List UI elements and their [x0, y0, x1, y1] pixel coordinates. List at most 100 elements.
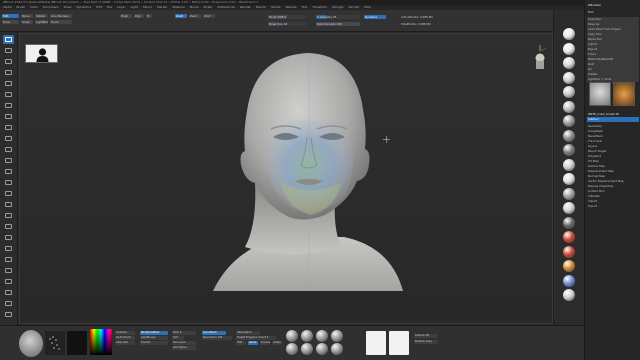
matcap-red-wax-icon[interactable] [286, 330, 298, 342]
tray-item-save-as[interactable]: Save As [587, 22, 639, 27]
persp-icon[interactable] [563, 115, 575, 127]
zcut-button[interactable]: Zcut [203, 14, 215, 18]
alpha-preview-icon[interactable] [67, 331, 87, 355]
rgb-button[interactable]: Rgb [134, 14, 144, 18]
lsym-icon[interactable] [563, 158, 575, 171]
double-count-button[interactable]: Double [260, 341, 270, 345]
menu-item-render[interactable]: Render [240, 5, 251, 9]
xpose-icon[interactable] [3, 310, 14, 319]
zsphere-tool-icon[interactable] [613, 82, 635, 106]
menu-item-light[interactable]: Light [130, 5, 138, 9]
current-tool-icon[interactable] [589, 82, 611, 106]
slice-icon[interactable] [3, 211, 14, 220]
zadd-button[interactable]: Zadd [175, 14, 187, 18]
tray-item-copy-tool[interactable]: Copy Tool [587, 32, 639, 37]
move-brush-icon[interactable] [3, 112, 14, 121]
scale-icon[interactable] [563, 216, 575, 229]
smooth-icon[interactable] [3, 222, 14, 231]
matcap-gray-icon[interactable] [286, 343, 298, 355]
tray-item-uv-map[interactable]: UV Map [587, 159, 639, 164]
tray-item-goz[interactable]: GoZ [587, 62, 639, 67]
same-button[interactable]: Same [248, 341, 258, 345]
edit-icon[interactable] [3, 35, 14, 44]
xyz-icon[interactable] [563, 173, 575, 185]
dynamic-button[interactable]: Dynamic [364, 15, 386, 19]
gradient-button[interactable]: Gradient [115, 331, 135, 335]
switch-color-button[interactable]: SwitchColor [115, 336, 135, 340]
inflate-icon[interactable] [3, 134, 14, 143]
menu-item-edit[interactable]: Edit [96, 5, 102, 9]
scale-button[interactable]: Scale [21, 20, 33, 24]
chrome-icon[interactable] [331, 343, 343, 355]
menu-item-alpha[interactable]: Alpha [3, 5, 12, 9]
color-picker-icon[interactable] [90, 329, 112, 355]
menu-item-transform[interactable]: Transform [312, 5, 327, 9]
menu-item-help[interactable]: Help [364, 5, 371, 9]
tray-item-import[interactable]: Import [587, 199, 639, 204]
document-canvas[interactable] [19, 33, 553, 324]
stroke-preview-icon[interactable] [45, 331, 65, 355]
del-higher-button[interactable]: Del Higher [172, 346, 196, 350]
lazy-mouse-button[interactable]: LazyMouse [140, 336, 168, 340]
material-preview-icon[interactable] [389, 331, 409, 355]
navigation-cube[interactable] [531, 43, 549, 73]
live-boolean-button[interactable]: Live Boolean [50, 14, 72, 18]
flat-color-icon[interactable] [316, 330, 328, 342]
tray-item-nanomesh[interactable]: NanoMesh [587, 134, 639, 139]
tray-item-display-properties[interactable]: Display Properties [587, 184, 639, 189]
menu-item-document[interactable]: Document [43, 5, 59, 9]
menu-item-texture[interactable]: Texture [286, 5, 297, 9]
material-label[interactable]: MatCap Gray [414, 340, 438, 344]
menu-item-zplugin[interactable]: Zplugin [332, 5, 343, 9]
lightbox-button[interactable]: LightBox [35, 20, 48, 24]
adapt-button[interactable]: Adapt [272, 341, 282, 345]
menu-item-tool[interactable]: Tool [301, 5, 307, 9]
actual-icon[interactable] [563, 86, 575, 98]
trim-icon[interactable] [3, 156, 14, 165]
menu-item-marker[interactable]: Marker [157, 5, 167, 9]
quick-button[interactable]: Quick [50, 20, 72, 24]
tray-item-normal-map[interactable]: Normal Map [587, 174, 639, 179]
head-sculpt-model[interactable] [19, 33, 553, 324]
move-icon[interactable] [563, 202, 575, 214]
aahalf-icon[interactable] [563, 100, 575, 113]
draw-icon[interactable] [3, 46, 14, 55]
menu-item-brush[interactable]: Brush [17, 5, 26, 9]
tray-item-initialize[interactable]: Initialize [587, 194, 639, 199]
tray-item-all[interactable]: All [587, 67, 639, 72]
pinch-icon[interactable] [3, 145, 14, 154]
solo-icon[interactable] [3, 288, 14, 297]
transp-icon[interactable] [563, 260, 575, 272]
reflected-map-icon[interactable] [331, 330, 343, 342]
tray-item-arraymesh[interactable]: ArrayMesh [587, 129, 639, 134]
alternate-button[interactable]: Alternate [115, 341, 135, 345]
mrgb-button[interactable]: Mrgb [120, 14, 132, 18]
double-button[interactable]: Double [140, 341, 168, 345]
half-button[interactable]: Half [236, 341, 246, 345]
crease-icon[interactable] [3, 233, 14, 242]
skin-shade-icon[interactable] [301, 330, 313, 342]
m-button[interactable]: M [146, 14, 152, 18]
basic-material-icon[interactable] [301, 343, 313, 355]
rgb-intensity-slider[interactable]: Rgb Intensity 100 [316, 22, 360, 26]
tray-item-pm3d-head-sculpt-48[interactable]: PM3D_head_Sculpt 48 [587, 112, 639, 117]
del-lower-button[interactable]: Del Lower [172, 341, 196, 345]
rotate-icon[interactable] [563, 231, 575, 243]
transp-icon[interactable] [3, 299, 14, 308]
xpose-icon[interactable] [563, 289, 575, 301]
history-icon[interactable] [3, 244, 14, 253]
menu-item-color[interactable]: Color [30, 5, 38, 9]
layer-icon[interactable] [3, 266, 14, 275]
resolution-slider[interactable]: Resolution 128 [202, 336, 232, 340]
rotate-button[interactable]: Rotate [35, 14, 48, 18]
menu-item-picker[interactable]: Picker [204, 5, 213, 9]
smt-button[interactable]: Smt [172, 336, 184, 340]
snake-hook-icon[interactable] [3, 178, 14, 187]
menu-item-stencil[interactable]: Stencil [256, 5, 266, 9]
move-icon[interactable] [3, 57, 14, 66]
toy-plastic-icon[interactable] [316, 343, 328, 355]
polyf-icon[interactable] [563, 245, 575, 258]
select-icon[interactable] [3, 200, 14, 209]
draw-button[interactable]: Draw [2, 20, 19, 24]
clay-brush-icon[interactable] [3, 101, 14, 110]
